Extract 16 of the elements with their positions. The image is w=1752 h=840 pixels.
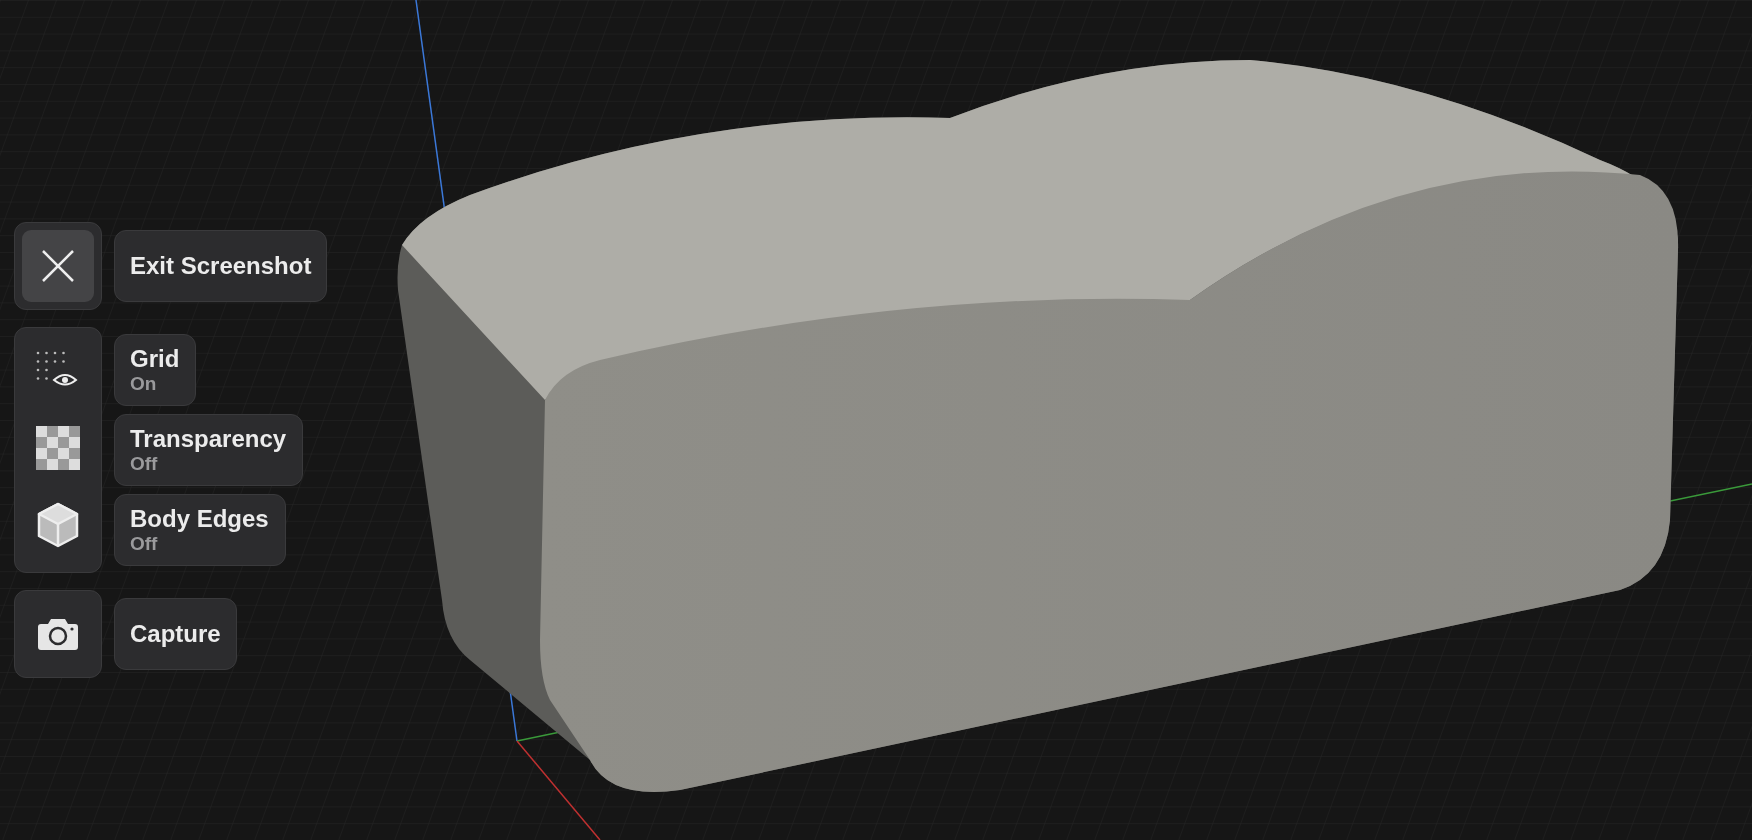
toggle-label: Grid: [130, 345, 180, 373]
toggle-button[interactable]: Body Edges Off: [114, 494, 286, 566]
toggle-state: Off: [130, 533, 158, 555]
close-button[interactable]: [22, 230, 94, 302]
toggle-label: Body Edges: [130, 505, 269, 533]
close-icon: [41, 249, 75, 283]
capture-button[interactable]: Capture: [114, 598, 237, 670]
toggle-button[interactable]: Grid On: [114, 334, 197, 406]
camera-icon: [37, 617, 79, 651]
cube-icon: [36, 500, 80, 549]
toggle-button[interactable]: Transparency Off: [114, 414, 304, 486]
toggle-state: Off: [130, 453, 158, 475]
checkerboard-icon: [36, 426, 80, 470]
toggle-label: Transparency: [130, 425, 287, 453]
toggle-state: On: [130, 373, 157, 395]
exit-screenshot-button[interactable]: Exit Screenshot: [114, 230, 328, 302]
